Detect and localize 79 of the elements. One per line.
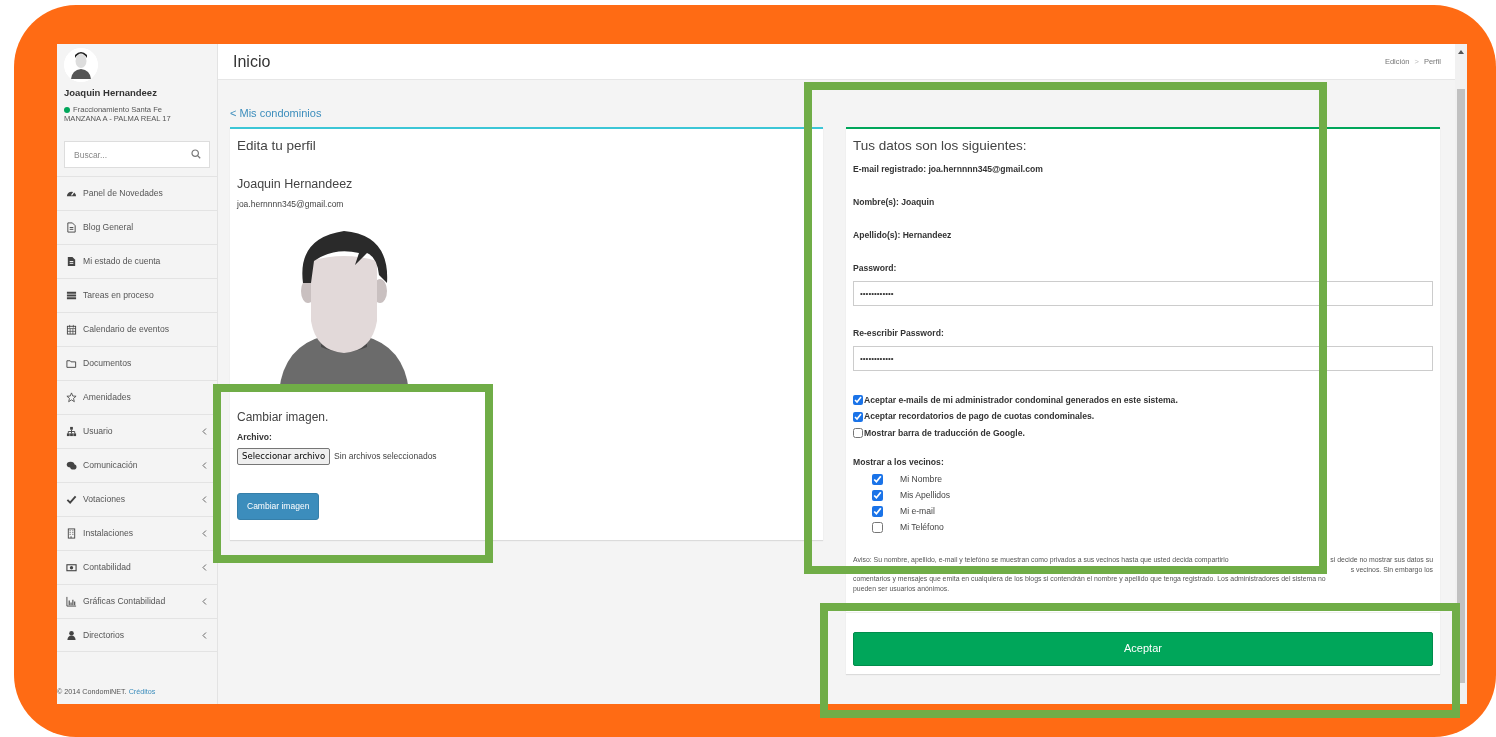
option-label: Mis Apellidos [900,488,951,502]
scroll-up-icon[interactable] [1457,48,1465,56]
menu-label: Tareas en proceso [83,289,154,302]
banknote-icon [66,562,77,573]
info-text: E-mail registrado: joa.hernnnn345@gmail.com [853,163,1044,176]
menu-item[interactable]: Gráficas Contabilidad [57,584,217,618]
search-icon [191,149,201,159]
change-image-button[interactable]: Cambiar imagen [237,493,320,520]
menu-label: Contabilidad [83,561,131,574]
menu-item[interactable]: Usuario [57,414,217,448]
menu-item[interactable]: Panel de Novedades [57,176,217,210]
menu-label: Blog General [83,221,134,234]
menu-item[interactable]: Amenidades [57,380,217,414]
checkbox[interactable] [872,473,883,485]
menu-item[interactable]: Instalaciones [57,516,217,550]
page-title: Inicio [233,51,271,72]
card-title: Tus datos son los siguientes: [853,137,1028,155]
list-icon [66,290,77,301]
info-text: Nombre(s): Joaquin [853,196,936,209]
menu-label: Panel de Novedades [83,187,163,200]
file-choose-button[interactable]: Seleccionar archivo [237,448,331,466]
checkbox[interactable] [853,395,863,406]
menu-label: Amenidades [83,391,131,404]
section-label: Mostrar a los vecinos: [853,456,945,470]
menu-label: Documentos [83,357,132,370]
checkmark-icon [66,494,77,505]
option-label: Mi Nombre [900,472,943,486]
checkbox[interactable] [872,521,883,533]
back-link[interactable]: < Mis condominios [230,106,322,122]
option-label: Aceptar e-mails de mi administrador condominal generados en este sistema. [864,393,1178,407]
search-field[interactable]: Buscar... [64,141,210,168]
option-label: Aceptar recordatorios de pago de cuotas condominales. [864,410,1095,423]
section-title: Cambiar imagen. [237,408,330,426]
menu-item[interactable]: Directorios [57,618,217,652]
menu-item[interactable]: Calendario de eventos [57,312,217,346]
user-name: Joaquin Hernandeez [64,86,158,100]
person-icon [66,629,77,641]
profile-email: joa.hernnnn345@gmail.com [237,197,345,211]
checkbox[interactable] [853,428,863,439]
document-icon [66,256,77,267]
building-icon [66,528,77,539]
checkbox[interactable] [872,489,883,501]
option-label: Mostrar barra de traducción de Google. [864,426,1025,440]
hierarchy-icon [66,426,77,437]
checkbox[interactable] [853,411,863,422]
folder-icon [66,358,77,369]
menu-label: Usuario [83,425,113,438]
star-icon [66,392,77,403]
checkbox[interactable] [872,505,883,517]
password-field[interactable]: •••••••••••• [853,345,1433,371]
calendar-icon [66,324,77,335]
field-label: Re-escribir Password: [853,326,945,340]
menu-item[interactable]: Mi estado de cuenta [57,244,217,278]
menu-label: Mi estado de cuenta [83,255,161,268]
document-icon [66,222,77,233]
bar-chart-icon [66,596,77,607]
menu-item[interactable]: Votaciones [57,482,217,516]
menu-label: Comunicación [83,459,138,472]
menu-item[interactable]: Documentos [57,346,217,380]
card-title: Edita tu perfil [237,137,317,155]
info-text: Apellido(s): Hernandeez [853,229,953,242]
menu-item[interactable]: Contabilidad [57,550,217,584]
menu-label: Instalaciones [83,527,134,540]
scrollbar-thumb[interactable] [1457,89,1465,683]
file-label: Archivo: [237,430,273,444]
menu-label: Votaciones [83,493,126,506]
menu-label: Calendario de eventos [83,323,169,336]
menu-label: Directorios [83,628,125,642]
menu-item[interactable]: Tareas en proceso [57,278,217,312]
menu-item[interactable]: Comunicación [57,448,217,482]
field-label: Password: [853,262,898,275]
menu-item[interactable]: Blog General [57,210,217,244]
option-label: Mi Teléfono [900,520,944,534]
chat-bubbles-icon [66,460,77,471]
menu-label: Gráficas Contabilidad [83,595,166,608]
option-label: Mi e-mail [900,504,935,518]
file-status: Sin archivos seleccionados [334,450,437,464]
password-field[interactable]: •••••••••••• [853,280,1433,306]
profile-name: Joaquin Hernandeez [237,176,354,193]
